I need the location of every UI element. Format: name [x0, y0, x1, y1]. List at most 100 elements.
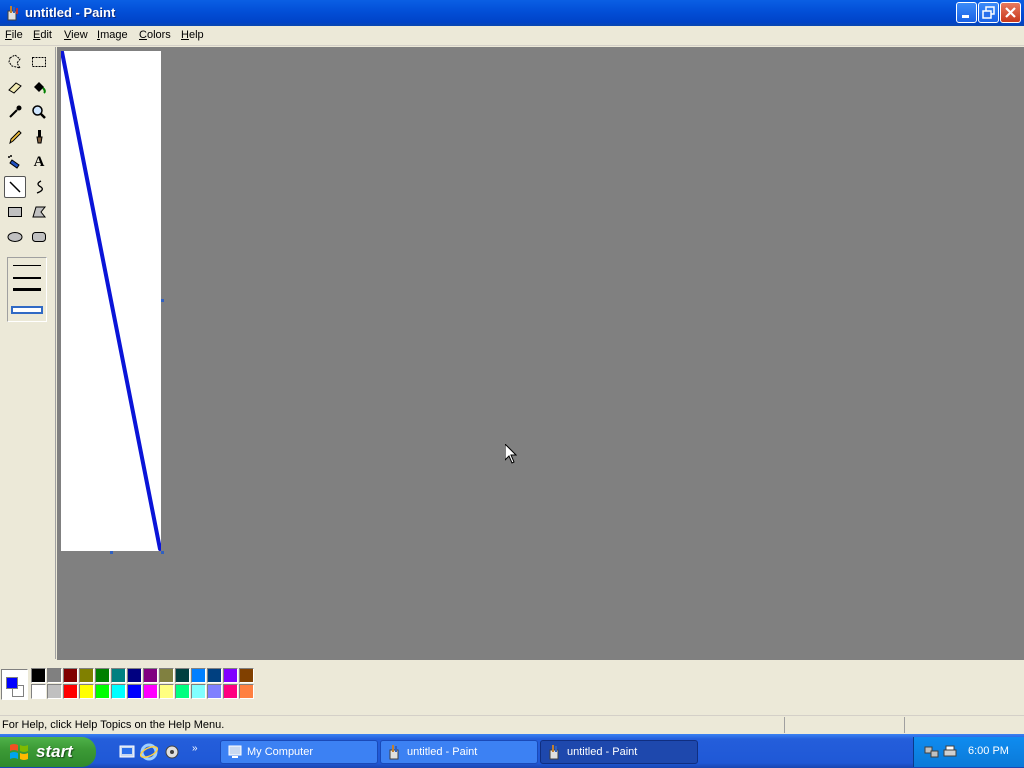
brush-tool[interactable]: [28, 126, 50, 148]
task-my-computer[interactable]: My Computer: [220, 740, 378, 764]
status-panel-coordinates: [784, 717, 903, 733]
airbrush-tool[interactable]: [4, 151, 26, 173]
menu-edit[interactable]: Edit: [33, 29, 52, 41]
palette-color-swatch[interactable]: [175, 684, 190, 699]
palette-color-swatch[interactable]: [191, 684, 206, 699]
palette-color-swatch[interactable]: [143, 684, 158, 699]
task-label: untitled - Paint: [567, 746, 638, 758]
brush-icon: [36, 130, 43, 144]
palette-color-swatch[interactable]: [95, 668, 110, 683]
minimize-button[interactable]: [956, 2, 977, 23]
palette-color-swatch[interactable]: [223, 668, 238, 683]
status-panel-size: [904, 717, 1023, 733]
show-desktop-icon[interactable]: [118, 743, 136, 761]
palette-color-swatch[interactable]: [111, 684, 126, 699]
palette-color-swatch[interactable]: [127, 668, 142, 683]
canvas-resize-handle-bottom[interactable]: [110, 551, 113, 554]
free-form-select-tool[interactable]: [4, 51, 26, 73]
canvas-resize-handle-right[interactable]: [161, 299, 164, 302]
restore-button[interactable]: [978, 2, 999, 23]
airbrush-icon: [8, 155, 20, 169]
menu-image[interactable]: Image: [97, 29, 128, 41]
close-button[interactable]: [1000, 2, 1021, 23]
curve-tool[interactable]: [28, 176, 50, 198]
polygon-icon: [32, 206, 47, 218]
free-form-select-icon: [8, 54, 22, 69]
quick-launch: »: [108, 742, 212, 762]
network-icon[interactable]: [924, 744, 940, 760]
color-box: [0, 660, 1024, 710]
palette-color-swatch[interactable]: [79, 668, 94, 683]
magnifier-tool[interactable]: [28, 101, 50, 123]
paint-app-icon: [7, 6, 18, 21]
printer-icon[interactable]: [942, 744, 958, 760]
eyedropper-icon: [9, 105, 22, 118]
foreground-color-swatch: [6, 677, 18, 689]
close-icon: [1005, 7, 1016, 18]
start-button[interactable]: start: [0, 737, 96, 767]
task-paint-2-active[interactable]: untitled - Paint: [540, 740, 698, 764]
palette-color-swatch[interactable]: [159, 668, 174, 683]
palette-color-swatch[interactable]: [127, 684, 142, 699]
palette-color-swatch[interactable]: [47, 668, 62, 683]
palette-color-swatch[interactable]: [63, 684, 78, 699]
magnifier-icon: [32, 105, 46, 119]
palette-color-swatch[interactable]: [79, 684, 94, 699]
palette-color-swatch[interactable]: [159, 684, 174, 699]
internet-explorer-icon[interactable]: [140, 743, 158, 761]
palette-color-swatch[interactable]: [63, 668, 78, 683]
menu-bar: File Edit View Image Colors Help: [0, 26, 1024, 46]
palette-color-swatch[interactable]: [175, 668, 190, 683]
rounded-rectangle-tool[interactable]: [28, 226, 50, 248]
palette-color-swatch[interactable]: [47, 684, 62, 699]
current-colors: [1, 669, 28, 700]
drawing-canvas[interactable]: [61, 51, 161, 551]
palette-color-swatch[interactable]: [31, 684, 46, 699]
line-width-selector: [7, 257, 47, 322]
line-width-1[interactable]: [13, 265, 41, 266]
drawing-workspace: [57, 47, 1024, 660]
palette-color-swatch[interactable]: [143, 668, 158, 683]
line-tool[interactable]: [4, 176, 26, 198]
minimize-icon: [962, 15, 969, 18]
windows-logo-icon: [10, 744, 28, 760]
window-title: untitled - Paint: [25, 5, 116, 20]
toolbox: A: [0, 47, 56, 659]
palette-color-swatch[interactable]: [207, 668, 222, 683]
palette-color-swatch[interactable]: [191, 668, 206, 683]
palette-color-swatch[interactable]: [95, 684, 110, 699]
clock: 6:00 PM: [968, 745, 1009, 757]
paint-bucket-icon: [34, 82, 46, 94]
fill-with-color-tool[interactable]: [28, 76, 50, 98]
task-paint-1[interactable]: untitled - Paint: [380, 740, 538, 764]
mouse-cursor-icon: [505, 444, 517, 464]
quick-launch-chevron-icon[interactable]: »: [192, 743, 198, 754]
palette-color-swatch[interactable]: [239, 668, 254, 683]
menu-view[interactable]: View: [64, 29, 88, 41]
media-player-icon[interactable]: [163, 743, 181, 761]
line-width-2[interactable]: [13, 277, 41, 279]
paint-icon: [389, 745, 399, 760]
palette-color-swatch[interactable]: [31, 668, 46, 683]
palette-color-swatch[interactable]: [223, 684, 238, 699]
pencil-icon: [9, 130, 22, 145]
paint-icon: [549, 745, 559, 760]
palette-color-swatch[interactable]: [207, 684, 222, 699]
menu-file[interactable]: File: [5, 29, 23, 41]
menu-colors[interactable]: Colors: [139, 29, 171, 41]
line-width-3[interactable]: [13, 288, 41, 291]
rectangle-tool[interactable]: [4, 201, 26, 223]
palette-color-swatch[interactable]: [111, 668, 126, 683]
curve-icon: [36, 180, 43, 194]
line-width-4-selected[interactable]: [11, 306, 43, 314]
text-tool[interactable]: A: [28, 151, 50, 173]
palette-color-swatch[interactable]: [239, 684, 254, 699]
menu-help[interactable]: Help: [181, 29, 204, 41]
eraser-tool[interactable]: [4, 76, 26, 98]
select-tool[interactable]: [28, 51, 50, 73]
canvas-resize-handle-corner[interactable]: [161, 551, 164, 554]
pick-color-tool[interactable]: [4, 101, 26, 123]
ellipse-tool[interactable]: [4, 226, 26, 248]
pencil-tool[interactable]: [4, 126, 26, 148]
polygon-tool[interactable]: [28, 201, 50, 223]
